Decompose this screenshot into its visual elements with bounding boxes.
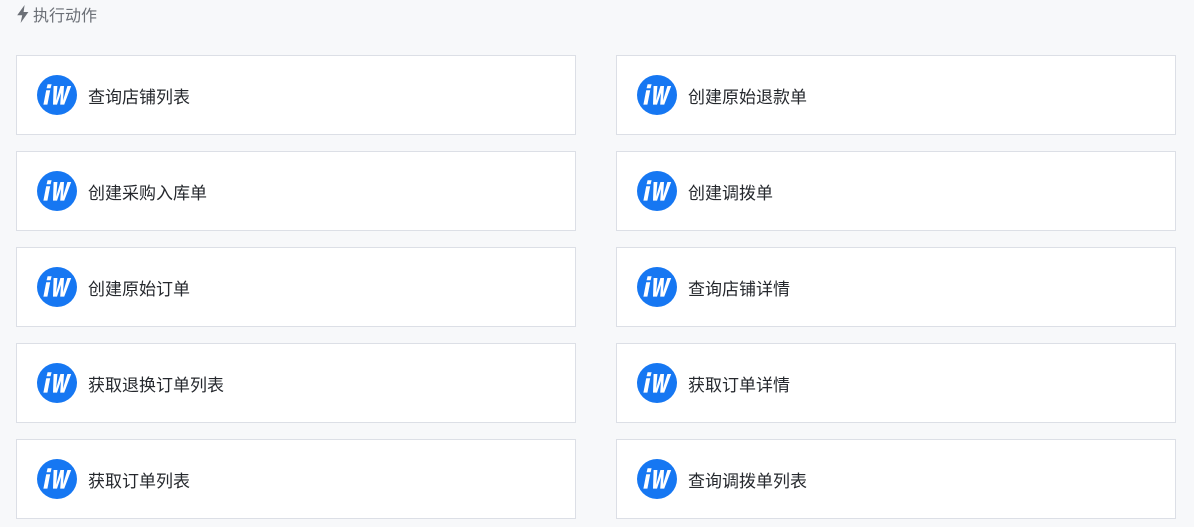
action-card[interactable]: 获取订单列表: [16, 439, 576, 519]
action-card[interactable]: 创建原始退款单: [616, 55, 1176, 135]
action-label: 获取订单详情: [688, 375, 790, 396]
action-label: 查询店铺列表: [88, 87, 190, 108]
jushuitan-logo-icon: [37, 75, 77, 115]
action-grid: 查询店铺列表 创建原始退款单 创建采购入库单 创建调拨单 创建原始订单 查询店铺…: [16, 55, 1176, 519]
jushuitan-logo-icon: [37, 171, 77, 211]
action-label: 查询调拨单列表: [688, 471, 807, 492]
action-card[interactable]: 查询店铺列表: [16, 55, 576, 135]
jushuitan-logo-icon: [637, 75, 677, 115]
jushuitan-logo-icon: [637, 171, 677, 211]
action-card[interactable]: 查询调拨单列表: [616, 439, 1176, 519]
action-label: 创建原始退款单: [688, 87, 807, 108]
jushuitan-logo-icon: [637, 459, 677, 499]
action-card[interactable]: 获取订单详情: [616, 343, 1176, 423]
section-title: 执行动作: [33, 6, 98, 25]
action-label: 获取订单列表: [88, 471, 190, 492]
section-header: 执行动作: [16, 3, 97, 25]
jushuitan-logo-icon: [37, 267, 77, 307]
action-label: 创建调拨单: [688, 183, 773, 204]
action-label: 获取退换订单列表: [88, 375, 224, 396]
jushuitan-logo-icon: [637, 267, 677, 307]
jushuitan-logo-icon: [37, 363, 77, 403]
action-card[interactable]: 创建采购入库单: [16, 151, 576, 231]
action-card[interactable]: 查询店铺详情: [616, 247, 1176, 327]
jushuitan-logo-icon: [37, 459, 77, 499]
jushuitan-logo-icon: [637, 363, 677, 403]
action-card[interactable]: 获取退换订单列表: [16, 343, 576, 423]
action-card[interactable]: 创建调拨单: [616, 151, 1176, 231]
action-label: 创建采购入库单: [88, 183, 207, 204]
lightning-icon: [17, 5, 29, 23]
action-card[interactable]: 创建原始订单: [16, 247, 576, 327]
action-label: 创建原始订单: [88, 279, 190, 300]
action-label: 查询店铺详情: [688, 279, 790, 300]
